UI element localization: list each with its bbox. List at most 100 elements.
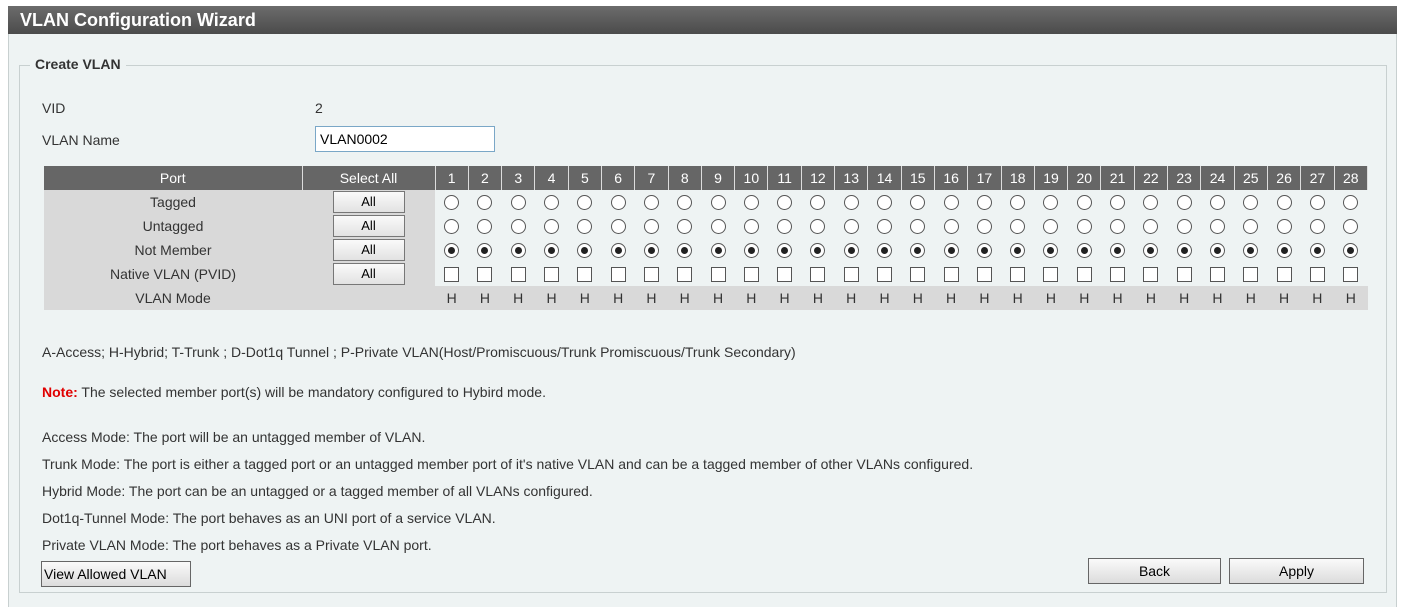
tagged-radio-port-10[interactable] [743,195,759,211]
untagged-radio-port-11[interactable] [777,219,793,235]
not-member-radio-port-4[interactable] [544,243,560,259]
not-member-radio-port-27[interactable] [1309,243,1325,259]
not-member-radio-port-13[interactable] [843,243,859,259]
tagged-radio-port-8[interactable] [677,195,693,211]
tagged-radio-port-16[interactable] [943,195,959,211]
native-vlan-pvid-checkbox-port-22[interactable] [1143,267,1159,283]
untagged-radio-port-2[interactable] [477,219,493,235]
tagged-radio-port-23[interactable] [1176,195,1192,211]
untagged-radio-port-6[interactable] [610,219,626,235]
not-member-radio-port-3[interactable] [510,243,526,259]
not-member-radio-port-14[interactable] [877,243,892,259]
tagged-radio-port-13[interactable] [843,195,859,211]
untagged-radio-port-1[interactable] [444,219,460,235]
not-member-radio-port-15[interactable] [910,243,926,259]
not-member-radio-port-16[interactable] [943,243,959,259]
tagged-radio-port-2[interactable] [477,195,493,211]
native-vlan-pvid-checkbox-port-10[interactable] [743,267,759,283]
not-member-radio-port-20[interactable] [1076,243,1092,259]
native-vlan-pvid-checkbox-port-2[interactable] [477,267,493,283]
native-vlan-pvid-checkbox-port-8[interactable] [677,267,693,283]
vlan-name-input[interactable] [315,126,495,152]
tagged-radio-port-11[interactable] [777,195,793,211]
untagged-radio-port-20[interactable] [1076,219,1092,235]
tagged-radio-port-18[interactable] [1010,195,1026,211]
untagged-radio-port-16[interactable] [943,219,959,235]
untagged-radio-port-21[interactable] [1110,219,1126,235]
not-member-radio-port-8[interactable] [677,243,693,259]
tagged-radio-port-19[interactable] [1043,195,1059,211]
tagged-radio-port-12[interactable] [810,195,826,211]
native-vlan-pvid-checkbox-port-12[interactable] [810,267,826,283]
native-vlan-pvid-checkbox-port-16[interactable] [943,267,959,283]
untagged-radio-port-25[interactable] [1243,219,1259,235]
untagged-radio-port-10[interactable] [743,219,759,235]
not-member-radio-port-5[interactable] [577,243,593,259]
untagged-radio-port-28[interactable] [1343,219,1359,235]
tagged-radio-port-27[interactable] [1309,195,1325,211]
untagged-radio-port-12[interactable] [810,219,826,235]
native-vlan-pvid-checkbox-port-18[interactable] [1010,267,1026,283]
tagged-radio-port-15[interactable] [910,195,926,211]
not-member-radio-port-26[interactable] [1276,243,1292,259]
untagged-radio-port-7[interactable] [643,219,659,235]
tagged-radio-port-20[interactable] [1076,195,1092,211]
tagged-radio-port-4[interactable] [544,195,560,211]
not-member-radio-port-24[interactable] [1209,243,1225,259]
not-member-radio-port-6[interactable] [610,243,626,259]
untagged-radio-port-15[interactable] [910,219,926,235]
untagged-radio-port-14[interactable] [877,219,892,235]
not-member-radio-port-18[interactable] [1010,243,1026,259]
untagged-radio-port-22[interactable] [1143,219,1159,235]
untagged-radio-port-23[interactable] [1176,219,1192,235]
tagged-radio-port-1[interactable] [444,195,460,211]
all-button-native-vlan-pvid[interactable]: All [332,263,405,285]
native-vlan-pvid-checkbox-port-7[interactable] [643,267,659,283]
tagged-radio-port-21[interactable] [1110,195,1126,211]
untagged-radio-port-3[interactable] [510,219,526,235]
native-vlan-pvid-checkbox-port-25[interactable] [1243,267,1259,283]
all-button-tagged[interactable]: All [332,191,405,213]
tagged-radio-port-28[interactable] [1343,195,1359,211]
not-member-radio-port-10[interactable] [743,243,759,259]
tagged-radio-port-22[interactable] [1143,195,1159,211]
native-vlan-pvid-checkbox-port-21[interactable] [1110,267,1126,283]
not-member-radio-port-19[interactable] [1043,243,1059,259]
tagged-radio-port-5[interactable] [577,195,593,211]
untagged-radio-port-17[interactable] [976,219,992,235]
not-member-radio-port-17[interactable] [976,243,992,259]
not-member-radio-port-11[interactable] [777,243,793,259]
untagged-radio-port-24[interactable] [1209,219,1225,235]
untagged-radio-port-4[interactable] [544,219,560,235]
native-vlan-pvid-checkbox-port-24[interactable] [1209,267,1225,283]
native-vlan-pvid-checkbox-port-13[interactable] [843,267,859,283]
native-vlan-pvid-checkbox-port-4[interactable] [544,267,560,283]
native-vlan-pvid-checkbox-port-5[interactable] [577,267,593,283]
not-member-radio-port-9[interactable] [710,243,726,259]
untagged-radio-port-8[interactable] [677,219,693,235]
native-vlan-pvid-checkbox-port-17[interactable] [976,267,992,283]
native-vlan-pvid-checkbox-port-23[interactable] [1176,267,1192,283]
back-button[interactable]: Back [1088,558,1221,584]
native-vlan-pvid-checkbox-port-3[interactable] [510,267,526,283]
tagged-radio-port-26[interactable] [1276,195,1292,211]
tagged-radio-port-3[interactable] [510,195,526,211]
not-member-radio-port-12[interactable] [810,243,826,259]
native-vlan-pvid-checkbox-port-19[interactable] [1043,267,1059,283]
not-member-radio-port-22[interactable] [1143,243,1159,259]
untagged-radio-port-18[interactable] [1010,219,1026,235]
all-button-not-member[interactable]: All [332,239,405,261]
native-vlan-pvid-checkbox-port-14[interactable] [877,267,892,283]
native-vlan-pvid-checkbox-port-11[interactable] [777,267,793,283]
not-member-radio-port-1[interactable] [444,243,460,259]
untagged-radio-port-9[interactable] [710,219,726,235]
native-vlan-pvid-checkbox-port-26[interactable] [1276,267,1292,283]
untagged-radio-port-13[interactable] [843,219,859,235]
not-member-radio-port-28[interactable] [1343,243,1359,259]
tagged-radio-port-17[interactable] [976,195,992,211]
native-vlan-pvid-checkbox-port-28[interactable] [1343,267,1359,283]
tagged-radio-port-14[interactable] [877,195,892,211]
native-vlan-pvid-checkbox-port-6[interactable] [610,267,626,283]
untagged-radio-port-26[interactable] [1276,219,1292,235]
not-member-radio-port-2[interactable] [477,243,493,259]
